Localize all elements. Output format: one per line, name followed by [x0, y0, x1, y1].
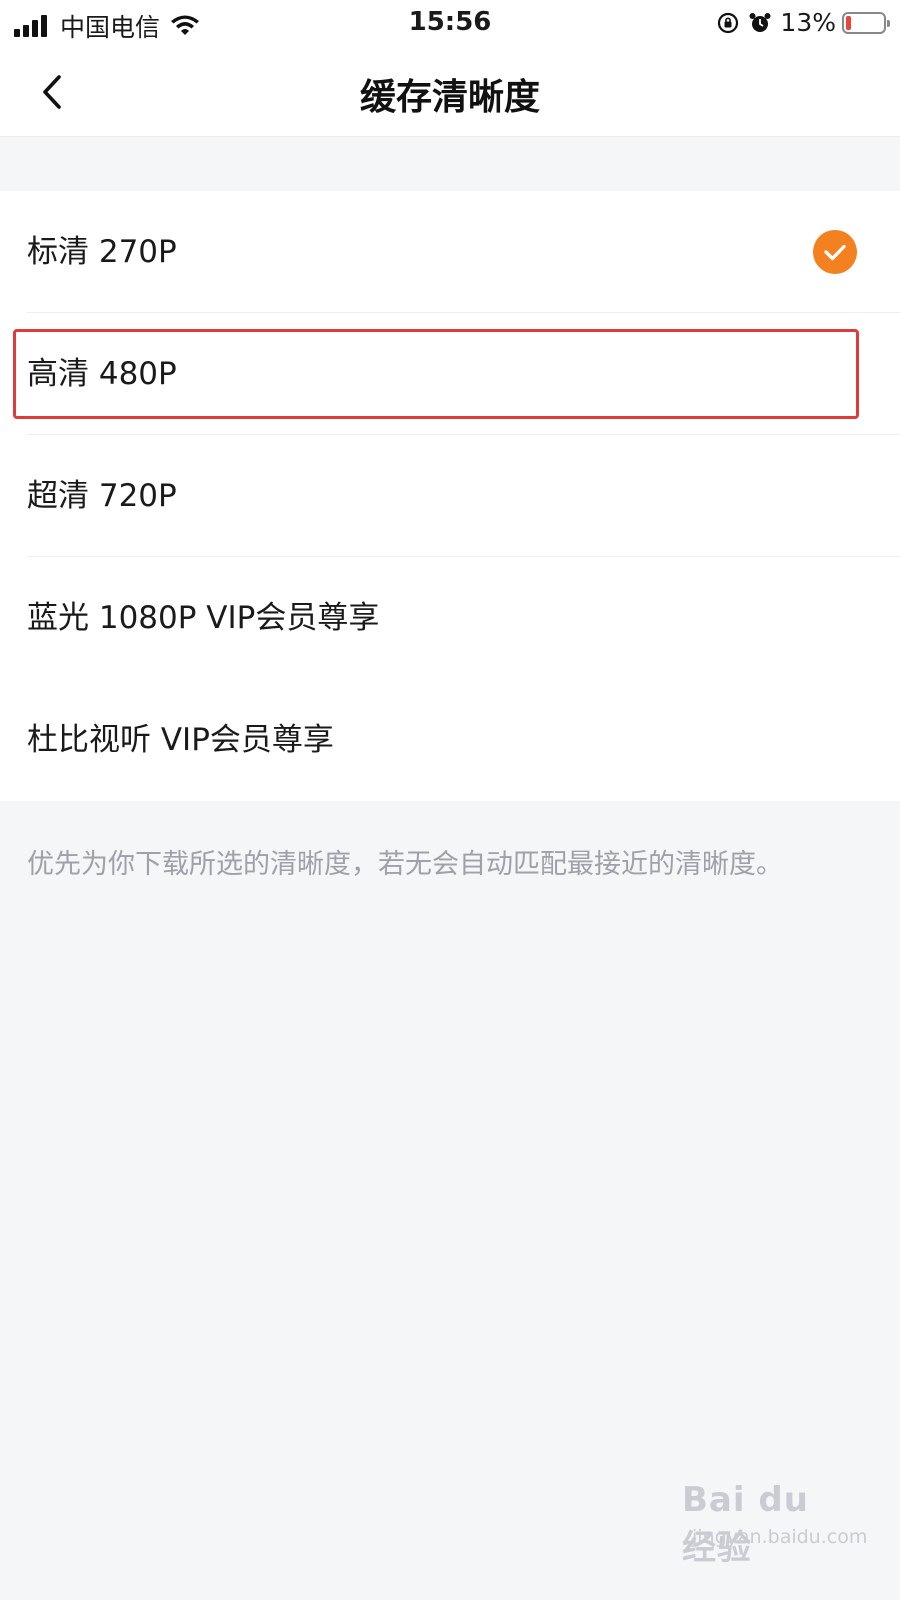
- nav-bar: 缓存清晰度: [0, 46, 900, 137]
- watermark-logo: Bai du 经验 jingyan.baidu.com: [682, 1480, 867, 1568]
- page-title: 缓存清晰度: [359, 77, 540, 118]
- option-label: 杜比视听 VIP会员尊享: [27, 722, 334, 758]
- footnote-text: 优先为你下载所选的清晰度，若无会自动匹配最接近的清晰度。: [27, 849, 783, 880]
- option-dolby[interactable]: 杜比视听 VIP会员尊享: [0, 679, 900, 801]
- watermark-main: Bai du 经验: [682, 1480, 809, 1568]
- option-label: 超清 720P: [27, 478, 177, 514]
- option-high-480p[interactable]: 高清 480P: [0, 313, 900, 435]
- option-super-720p[interactable]: 超清 720P: [0, 435, 900, 557]
- battery-icon: [842, 11, 890, 34]
- orientation-lock-icon: [718, 12, 739, 33]
- option-label: 蓝光 1080P VIP会员尊享: [27, 600, 380, 636]
- battery-percent: 13%: [780, 8, 836, 37]
- option-bluray-1080p[interactable]: 蓝光 1080P VIP会员尊享: [0, 557, 900, 679]
- quality-option-list: 标清 270P 高清 480P 超清 720P 蓝光 1080P VIP会员尊享…: [0, 191, 900, 801]
- status-right: 13%: [716, 8, 890, 37]
- battery-level: [846, 15, 851, 30]
- option-standard-270p[interactable]: 标清 270P: [0, 191, 900, 313]
- option-label: 高清 480P: [27, 356, 177, 392]
- status-bar: 中国电信 15:56 13%: [0, 0, 900, 46]
- alarm-icon: [749, 12, 771, 32]
- option-label: 标清 270P: [27, 234, 177, 270]
- check-icon: [813, 230, 857, 274]
- watermark-sub: jingyan.baidu.com: [692, 1526, 868, 1548]
